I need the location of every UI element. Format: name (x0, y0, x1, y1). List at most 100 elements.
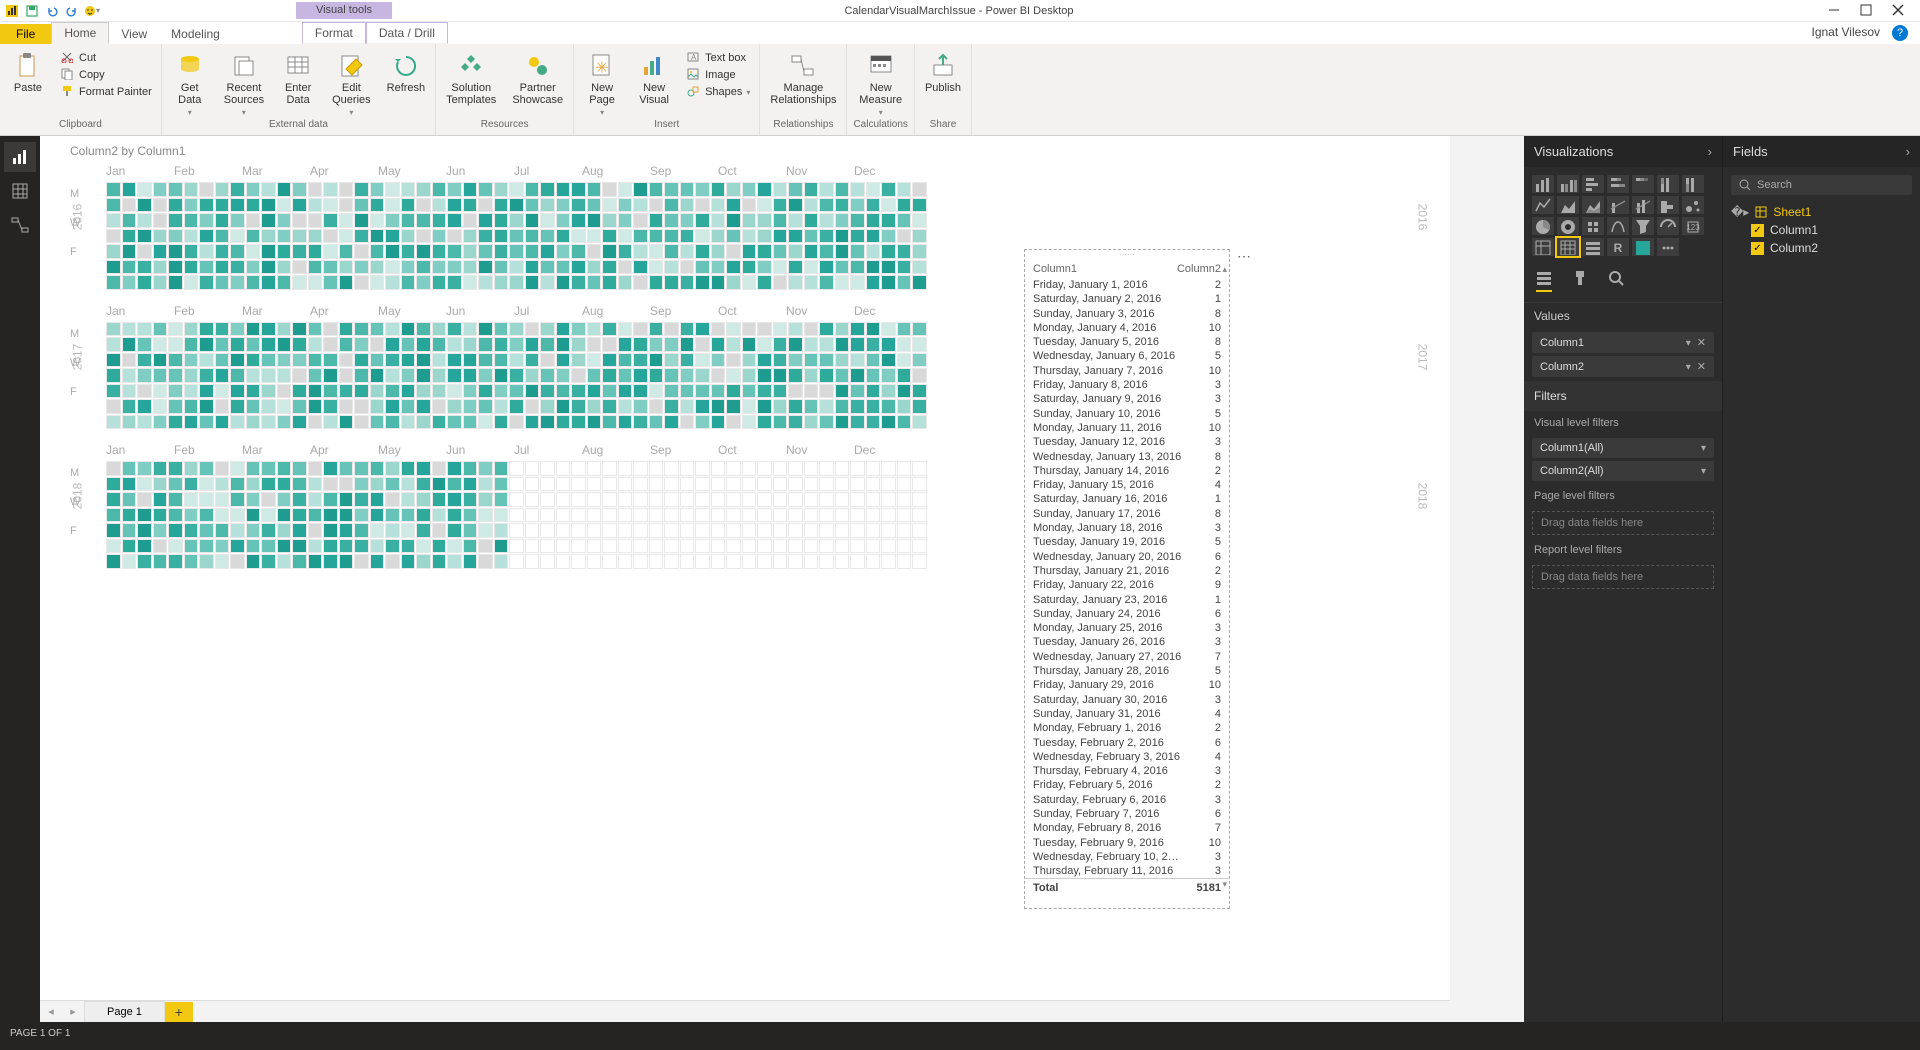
page-nav-next-icon[interactable]: ▸ (62, 1005, 84, 1018)
analytics-tab-icon[interactable] (1608, 270, 1624, 292)
viz-type-icon[interactable] (1532, 217, 1554, 235)
viz-type-icon[interactable]: 123 (1682, 217, 1704, 235)
page-nav-prev-icon[interactable]: ◂ (40, 1005, 62, 1018)
tab-home[interactable]: Home (51, 22, 109, 44)
viz-type-icon[interactable] (1557, 217, 1579, 235)
scroll-up-icon[interactable]: ▴ (1222, 264, 1227, 275)
viz-type-icon[interactable] (1557, 196, 1579, 214)
fields-pane-header[interactable]: Fields› (1723, 136, 1920, 167)
filter-column1[interactable]: Column1(All)▾ (1532, 438, 1714, 458)
tab-data-drill[interactable]: Data / Drill (366, 22, 448, 44)
table-row[interactable]: Thursday, January 28, 20165 (1025, 664, 1229, 678)
viz-type-icon[interactable] (1632, 217, 1654, 235)
viz-type-icon[interactable] (1532, 196, 1554, 214)
image-button[interactable]: Image (684, 67, 753, 83)
model-view-icon[interactable] (4, 210, 36, 240)
save-icon[interactable] (24, 3, 40, 19)
table-row[interactable]: Friday, January 15, 20164 (1025, 478, 1229, 492)
table-row[interactable]: Thursday, January 7, 201610 (1025, 364, 1229, 378)
table-row[interactable]: Tuesday, February 2, 20166 (1025, 736, 1229, 750)
undo-icon[interactable] (44, 3, 60, 19)
report-canvas[interactable]: Column2 by Column1 JanFebMarAprMayJunJul… (40, 136, 1450, 1000)
copy-button[interactable]: Copy (58, 67, 155, 83)
solution-templates-button[interactable]: Solution Templates (442, 50, 500, 108)
partner-showcase-button[interactable]: Partner Showcase (508, 50, 567, 108)
visual-options-icon[interactable]: ⋯ (1237, 248, 1251, 265)
chevron-right-icon[interactable]: › (1708, 144, 1712, 159)
help-icon[interactable]: ? (1892, 25, 1908, 41)
table-row[interactable]: Monday, January 4, 201610 (1025, 321, 1229, 335)
chevron-right-icon[interactable]: › (1906, 144, 1910, 159)
viz-type-icon[interactable] (1582, 217, 1604, 235)
table-row[interactable]: Saturday, February 6, 20163 (1025, 793, 1229, 807)
table-row[interactable]: Monday, February 8, 20167 (1025, 821, 1229, 835)
viz-pane-header[interactable]: Visualizations› (1524, 136, 1722, 167)
fields-well-tab-icon[interactable] (1536, 270, 1552, 292)
viz-type-icon[interactable] (1532, 175, 1554, 193)
table-row[interactable]: Wednesday, January 20, 20166 (1025, 550, 1229, 564)
refresh-button[interactable]: Refresh (383, 50, 430, 96)
table-row[interactable]: Tuesday, January 12, 20163 (1025, 435, 1229, 449)
table-row[interactable]: Tuesday, January 19, 20165 (1025, 535, 1229, 549)
visual-grip[interactable]: ⋯⋯ (1025, 250, 1229, 260)
signed-in-user[interactable]: Ignat Vilesov (1812, 25, 1881, 39)
viz-type-icon[interactable] (1682, 196, 1704, 214)
tab-view[interactable]: View (109, 24, 159, 44)
table-row[interactable]: Sunday, January 17, 20168 (1025, 507, 1229, 521)
table-row[interactable]: Wednesday, January 13, 20168 (1025, 450, 1229, 464)
format-painter-button[interactable]: Format Painter (58, 84, 155, 100)
page-filter-dropzone[interactable]: Drag data fields here (1532, 511, 1714, 535)
textbox-button[interactable]: AText box (684, 50, 753, 66)
field-column2[interactable]: ✓Column2 (1723, 239, 1920, 257)
col-header-2[interactable]: Column2 (1177, 263, 1221, 275)
table-row[interactable]: Monday, January 25, 20163 (1025, 621, 1229, 635)
table-row[interactable]: Sunday, January 3, 20168 (1025, 307, 1229, 321)
minimize-icon[interactable] (1828, 4, 1842, 18)
recent-sources-button[interactable]: Recent Sources▾ (220, 50, 268, 119)
shapes-button[interactable]: Shapes▾ (684, 84, 753, 100)
add-page-button[interactable]: + (165, 1002, 193, 1022)
table-row[interactable]: Sunday, January 31, 20164 (1025, 707, 1229, 721)
table-row[interactable]: Saturday, January 2, 20161 (1025, 292, 1229, 306)
table-row[interactable]: Sunday, January 10, 20165 (1025, 407, 1229, 421)
value-well-column2[interactable]: Column2▾✕ (1532, 356, 1714, 377)
table-row[interactable]: Friday, January 1, 20162 (1025, 278, 1229, 292)
table-row[interactable]: Wednesday, February 10, 2…3 (1025, 850, 1229, 864)
viz-type-icon[interactable] (1582, 196, 1604, 214)
table-row[interactable]: Wednesday, February 3, 20164 (1025, 750, 1229, 764)
table-row[interactable]: Sunday, February 7, 20166 (1025, 807, 1229, 821)
tab-format[interactable]: Format (302, 22, 366, 44)
report-filter-dropzone[interactable]: Drag data fields here (1532, 565, 1714, 589)
viz-type-icon[interactable] (1632, 238, 1654, 256)
table-row[interactable]: Thursday, January 21, 20162 (1025, 564, 1229, 578)
viz-type-icon[interactable] (1607, 196, 1629, 214)
table-row[interactable]: Friday, January 22, 20169 (1025, 578, 1229, 592)
smiley-icon[interactable]: ▾ (84, 3, 100, 19)
table-row[interactable]: Tuesday, January 5, 20168 (1025, 335, 1229, 349)
filter-column2[interactable]: Column2(All)▾ (1532, 461, 1714, 481)
get-data-button[interactable]: Get Data▾ (168, 50, 212, 119)
format-tab-icon[interactable] (1572, 270, 1588, 292)
table-row[interactable]: Monday, February 1, 20162 (1025, 721, 1229, 735)
scroll-down-icon[interactable]: ▾ (1222, 879, 1227, 890)
viz-type-icon[interactable] (1557, 238, 1579, 256)
report-view-icon[interactable] (4, 142, 36, 172)
viz-type-icon[interactable] (1682, 175, 1704, 193)
data-view-icon[interactable] (4, 176, 36, 206)
viz-type-icon[interactable] (1582, 238, 1604, 256)
close-icon[interactable] (1892, 4, 1906, 18)
new-visual-button[interactable]: New Visual (632, 50, 676, 108)
table-row[interactable]: Saturday, January 30, 20163 (1025, 693, 1229, 707)
table-sheet1[interactable]: �▸Sheet1 (1723, 203, 1920, 221)
table-row[interactable]: Friday, January 8, 20163 (1025, 378, 1229, 392)
viz-type-icon[interactable] (1632, 175, 1654, 193)
table-row[interactable]: Tuesday, February 9, 201610 (1025, 836, 1229, 850)
table-row[interactable]: Friday, January 29, 201610 (1025, 678, 1229, 692)
viz-type-icon[interactable] (1632, 196, 1654, 214)
table-row[interactable]: Friday, February 5, 20162 (1025, 778, 1229, 792)
viz-type-icon[interactable] (1532, 238, 1554, 256)
viz-type-icon[interactable] (1657, 217, 1679, 235)
tab-file[interactable]: File (0, 24, 51, 44)
table-row[interactable]: Saturday, January 16, 20161 (1025, 492, 1229, 506)
viz-type-icon[interactable] (1657, 238, 1679, 256)
